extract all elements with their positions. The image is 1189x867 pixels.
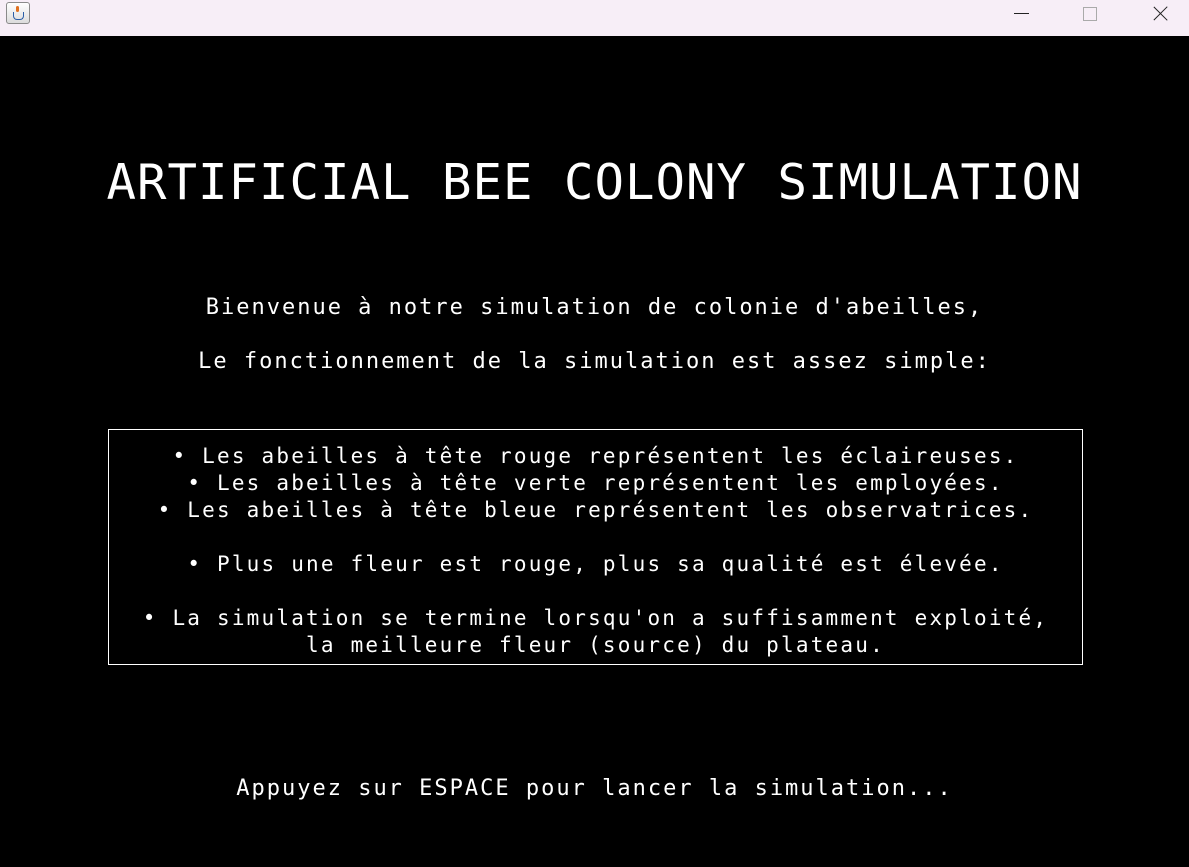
intro-welcome: Bienvenue à notre simulation de colonie … xyxy=(205,295,984,320)
minimize-icon xyxy=(1013,12,1029,14)
start-prompt: Appuyez sur ESPACE pour lancer la simula… xyxy=(236,776,953,801)
rule-end-condition-continued: la meilleure fleur (source) du plateau. xyxy=(306,633,885,657)
rule-onlooker-bees: • Les abeilles à tête bleue représentent… xyxy=(157,498,1034,522)
rule-scout-bees: • Les abeilles à tête rouge représentent… xyxy=(172,444,1019,468)
window-titlebar[interactable] xyxy=(0,0,1189,36)
screen-title: ARTIFICIAL BEE COLONY SIMULATION xyxy=(106,154,1083,211)
rules-box: • Les abeilles à tête rouge représentent… xyxy=(108,429,1083,665)
close-icon xyxy=(1152,5,1169,22)
rule-employed-bees: • Les abeilles à tête verte représentent… xyxy=(187,471,1004,495)
intro-description: Le fonctionnement de la simulation est a… xyxy=(198,349,991,374)
rule-flower-quality: • Plus une fleur est rouge, plus sa qual… xyxy=(187,552,1004,576)
maximize-icon xyxy=(1083,6,1097,21)
rule-end-condition: • La simulation se termine lorsqu'on a s… xyxy=(142,606,1049,630)
minimize-button[interactable] xyxy=(986,0,1056,30)
java-cup-icon[interactable] xyxy=(6,2,30,24)
close-button[interactable] xyxy=(1125,0,1189,30)
cup-shape xyxy=(13,12,24,20)
simulation-canvas[interactable]: ARTIFICIAL BEE COLONY SIMULATION Bienven… xyxy=(0,36,1189,867)
maximize-button[interactable] xyxy=(1055,0,1125,30)
